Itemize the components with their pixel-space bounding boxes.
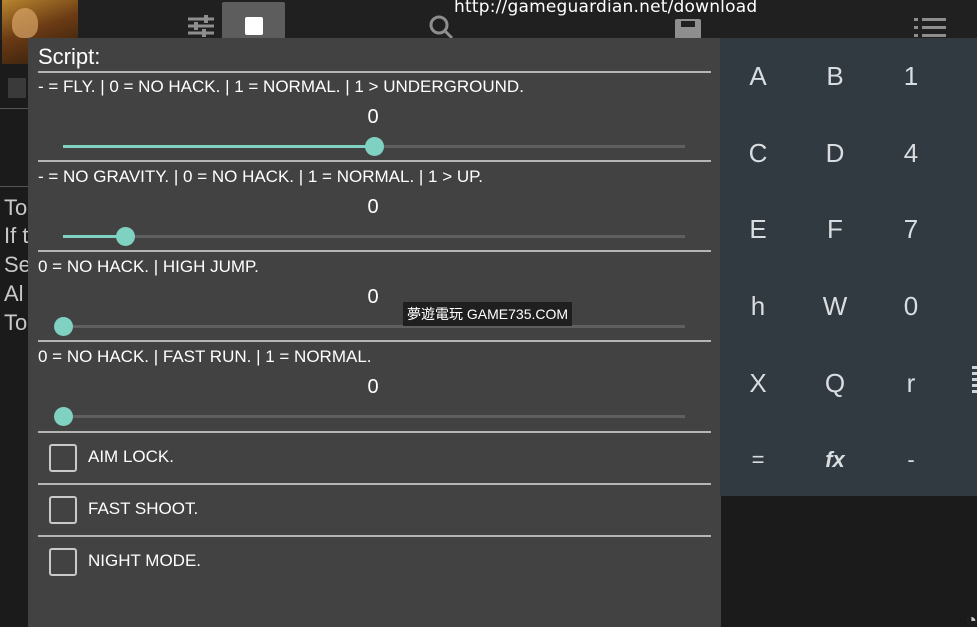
key-0[interactable]: 0 — [873, 268, 949, 344]
keypad-more-handle[interactable] — [972, 366, 977, 396]
checkbox-label: FAST SHOOT. — [88, 499, 199, 518]
slider-high-jump[interactable] — [54, 317, 685, 336]
stop-icon — [245, 17, 263, 35]
key-e[interactable]: E — [720, 191, 796, 267]
divider — [0, 186, 28, 187]
divider — [38, 71, 711, 73]
background-text: Al — [4, 281, 24, 306]
key-b[interactable]: B — [797, 38, 873, 114]
download-url[interactable]: http://gameguardian.net/download — [454, 0, 757, 17]
key-r[interactable]: r — [873, 345, 949, 421]
script-dialog: Script: - = FLY. | 0 = NO HACK. | 1 = NO… — [28, 38, 721, 627]
checkbox-box[interactable] — [49, 496, 77, 524]
background-text: To — [4, 310, 28, 335]
key-x[interactable]: X — [720, 345, 796, 421]
divider — [0, 108, 28, 109]
slider-thumb[interactable] — [54, 317, 73, 336]
slider-label-fast-run: 0 = NO HACK. | FAST RUN. | 1 = NORMAL. — [38, 347, 372, 366]
checkbox-box[interactable] — [49, 444, 77, 472]
divider — [38, 340, 711, 342]
slider-fast-run[interactable] — [54, 407, 685, 426]
slider-label-gravity: - = NO GRAVITY. | 0 = NO HACK. | 1 = NOR… — [38, 167, 484, 186]
slider-fly[interactable] — [63, 137, 685, 156]
corner-indicator-icon: ◔ — [966, 610, 977, 627]
slider-thumb[interactable] — [365, 137, 384, 156]
slider-gravity[interactable] — [63, 227, 685, 246]
checkbox-aim-lock[interactable]: AIM LOCK. — [38, 433, 711, 483]
divider — [38, 160, 711, 162]
key-q[interactable]: Q — [797, 345, 873, 421]
key-a[interactable]: A — [720, 38, 796, 114]
hex-keypad: A B 1 C D 4 E F 7 h W 0 X Q r = fx - — [720, 38, 977, 496]
key-equals[interactable]: = — [720, 422, 796, 498]
key-fx[interactable]: fx — [797, 422, 873, 498]
key-minus[interactable]: - — [873, 422, 949, 498]
slider-thumb[interactable] — [116, 227, 135, 246]
slider-fill — [63, 145, 374, 148]
key-c[interactable]: C — [720, 115, 796, 191]
key-h[interactable]: h — [720, 268, 796, 344]
background-text: Se — [4, 252, 31, 277]
background-tab — [8, 78, 26, 98]
slider-thumb[interactable] — [54, 407, 73, 426]
checkbox-label: AIM LOCK. — [88, 447, 174, 466]
divider — [38, 250, 711, 252]
key-1[interactable]: 1 — [873, 38, 949, 114]
key-f[interactable]: F — [797, 191, 873, 267]
background-text: If t — [4, 223, 29, 248]
watermark: 夢遊電玩 GAME735.COM — [403, 302, 573, 326]
checkbox-label: NIGHT MODE. — [88, 551, 202, 570]
key-d[interactable]: D — [797, 115, 873, 191]
key-7[interactable]: 7 — [873, 191, 949, 267]
background-text: To — [4, 195, 28, 220]
checkbox-fast-shoot[interactable]: FAST SHOOT. — [38, 485, 711, 535]
key-4[interactable]: 4 — [873, 115, 949, 191]
dialog-title: Script: — [38, 44, 101, 69]
checkbox-box[interactable] — [49, 548, 77, 576]
key-w[interactable]: W — [797, 268, 873, 344]
checkbox-night-mode[interactable]: NIGHT MODE. — [38, 537, 711, 587]
slider-label-fly: - = FLY. | 0 = NO HACK. | 1 = NORMAL. | … — [38, 77, 524, 96]
slider-label-high-jump: 0 = NO HACK. | HIGH JUMP. — [38, 257, 259, 276]
